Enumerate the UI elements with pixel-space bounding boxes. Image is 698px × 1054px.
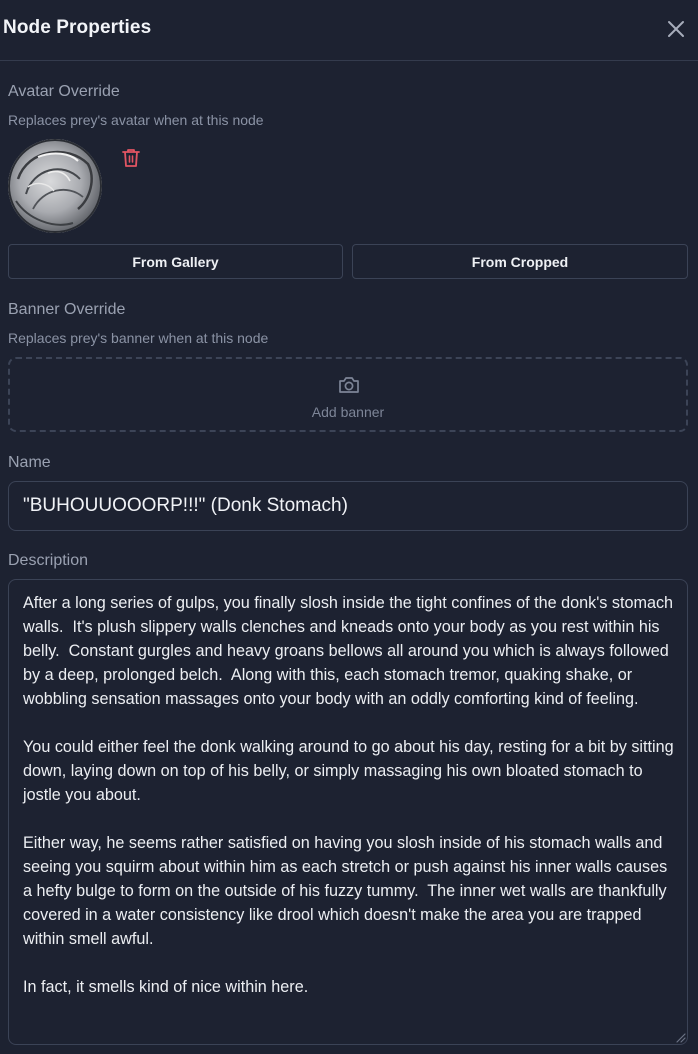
- banner-override-subtitle: Replaces prey's banner when at this node: [8, 330, 269, 346]
- banner-override-label: Banner Override: [8, 301, 126, 318]
- camera-icon: [337, 374, 361, 396]
- avatar-override-subtitle: Replaces prey's avatar when at this node: [8, 112, 264, 128]
- add-banner-dropzone[interactable]: Add banner: [8, 357, 688, 432]
- dialog-header: Node Properties: [0, 0, 698, 61]
- trash-icon[interactable]: [121, 147, 141, 169]
- resize-handle-icon[interactable]: [674, 1030, 686, 1043]
- avatar-override-label: Avatar Override: [8, 83, 120, 100]
- description-textarea[interactable]: After a long series of gulps, you finall…: [8, 579, 688, 1045]
- name-input[interactable]: [8, 481, 688, 531]
- add-banner-label: Add banner: [311, 404, 385, 420]
- description-label: Description: [8, 552, 89, 569]
- close-icon[interactable]: [664, 17, 688, 41]
- name-label: Name: [8, 454, 51, 471]
- avatar-image: [8, 139, 102, 233]
- from-gallery-button[interactable]: From Gallery: [8, 244, 343, 279]
- dialog-title: Node Properties: [3, 17, 152, 38]
- from-cropped-button[interactable]: From Cropped: [352, 244, 688, 279]
